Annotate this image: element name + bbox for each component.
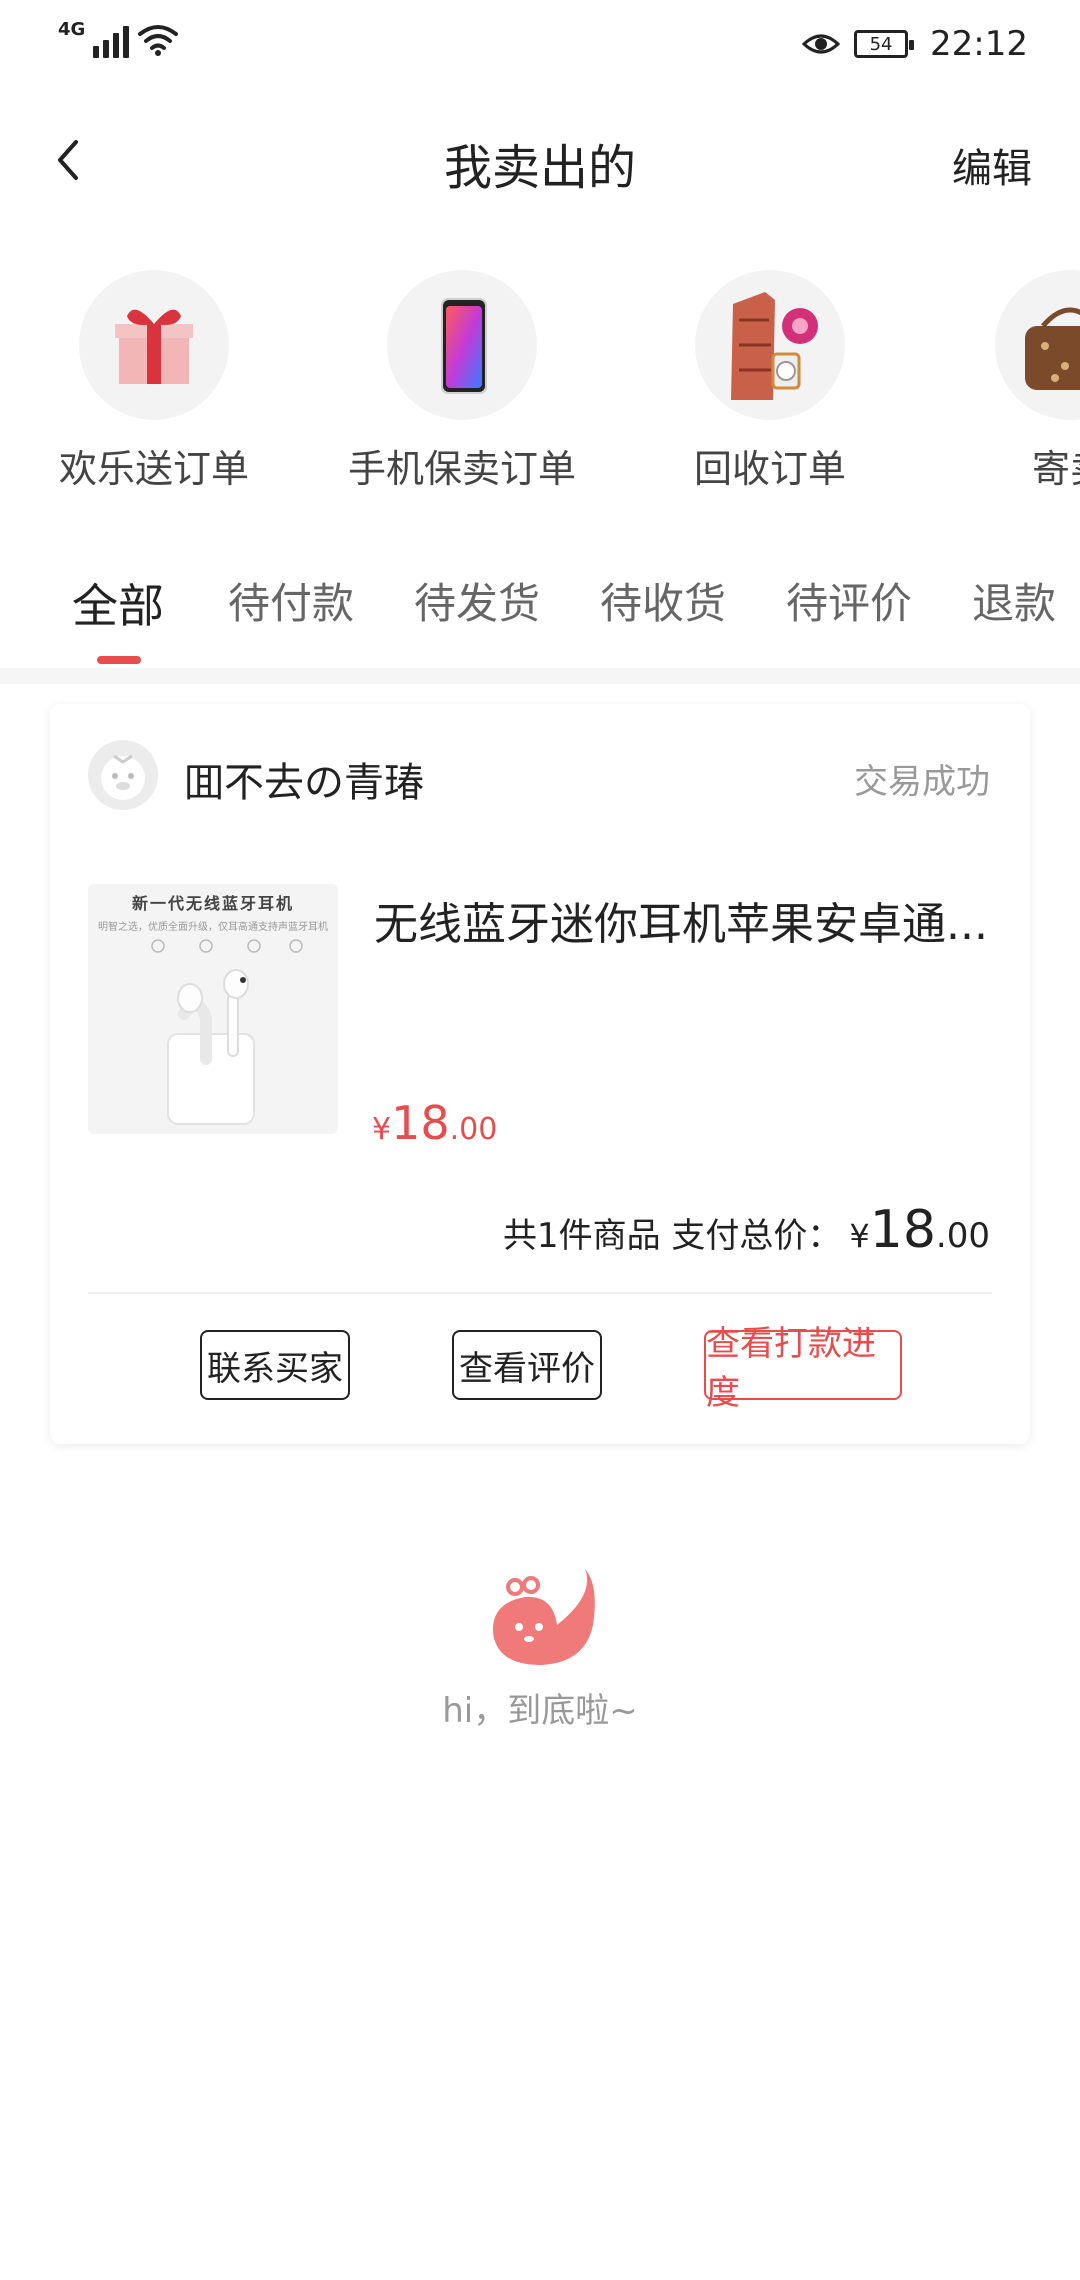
- total-integer: 18: [869, 1200, 936, 1260]
- mascot-icon: [492, 1569, 595, 1665]
- battery-level: 54: [869, 33, 893, 55]
- tab-indicator: [97, 656, 141, 664]
- status-bar: 4G 54 22:12: [0, 0, 1080, 90]
- order-status-tabs: 全部 待付款 待发货 待收货 待评价 退款: [0, 560, 1080, 670]
- edit-button[interactable]: 编辑: [952, 136, 1032, 194]
- nav-bar: 我卖出的 编辑: [0, 100, 1080, 220]
- contact-buyer-button[interactable]: 联系买家: [200, 1330, 350, 1400]
- tab-pending-receipt[interactable]: 待收货: [600, 570, 726, 631]
- order-total: 共1件商品 支付总价： ¥ 18 .00: [503, 1200, 990, 1260]
- category-happy-send[interactable]: 欢乐送订单: [14, 270, 294, 493]
- price-currency: ¥: [372, 1112, 392, 1147]
- tab-pending-review[interactable]: 待评价: [786, 570, 912, 631]
- price-decimal: .00: [449, 1112, 498, 1147]
- price-integer: 18: [391, 1096, 450, 1150]
- status-right: 54 22:12: [802, 24, 1028, 64]
- total-label: 共1件商品 支付总价：: [502, 1216, 842, 1256]
- category-consign[interactable]: 寄卖: [930, 270, 1080, 493]
- tab-refund[interactable]: 退款: [972, 570, 1056, 631]
- bag-icon: [995, 270, 1080, 420]
- total-currency: ¥: [849, 1217, 870, 1255]
- tab-pending-shipment[interactable]: 待发货: [414, 570, 540, 631]
- order-card[interactable]: 囬不去の青瑃 交易成功 新一代无线蓝牙耳机 明智之选，优质全面升级，仅耳高通支持…: [50, 704, 1030, 1444]
- product-title[interactable]: 无线蓝牙迷你耳机苹果安卓通...: [374, 888, 994, 952]
- order-status: 交易成功: [854, 762, 990, 802]
- battery-icon: 54: [854, 30, 915, 58]
- product-thumbnail[interactable]: 新一代无线蓝牙耳机 明智之选，优质全面升级，仅耳高通支持声蓝牙耳机: [88, 884, 338, 1134]
- section-divider: [0, 668, 1080, 684]
- signal-area: 4G: [58, 19, 179, 58]
- page-title: 我卖出的: [443, 140, 636, 196]
- tab-pending-payment[interactable]: 待付款: [228, 570, 354, 631]
- wifi-icon: [138, 25, 179, 56]
- total-decimal: .00: [935, 1216, 990, 1256]
- card-divider: [88, 1292, 992, 1294]
- eye-comfort-icon: [802, 34, 841, 54]
- clock: 22:12: [930, 24, 1028, 64]
- earbuds-image: [151, 939, 303, 1125]
- footer-text: hi，到底啦~: [442, 1691, 638, 1731]
- category-recycle[interactable]: 回收订单: [630, 270, 910, 493]
- phone-icon: [387, 270, 537, 420]
- clothes-icon: [695, 270, 845, 420]
- avatar[interactable]: [88, 740, 158, 810]
- view-payout-progress-button[interactable]: 查看打款进度: [704, 1324, 902, 1413]
- list-end-footer: hi，到底啦~: [0, 1555, 1080, 1732]
- category-label: 手机保卖订单: [347, 447, 576, 491]
- category-label: 欢乐送订单: [58, 447, 249, 491]
- tab-all[interactable]: 全部: [72, 570, 164, 636]
- gift-icon: [79, 270, 229, 420]
- category-label: 寄卖: [1031, 447, 1080, 491]
- order-categories: 欢乐送订单 手机保卖订单 回收订单 寄: [0, 270, 1080, 500]
- category-label: 回收订单: [693, 447, 846, 491]
- view-review-button[interactable]: 查看评价: [452, 1330, 602, 1400]
- shop-name: 囬不去の青瑃: [184, 760, 424, 806]
- category-phone-guarantee[interactable]: 手机保卖订单: [322, 270, 602, 493]
- product-price: ¥18.00: [372, 1096, 497, 1150]
- signal-icon: [93, 24, 130, 58]
- network-type: 4G: [58, 19, 86, 40]
